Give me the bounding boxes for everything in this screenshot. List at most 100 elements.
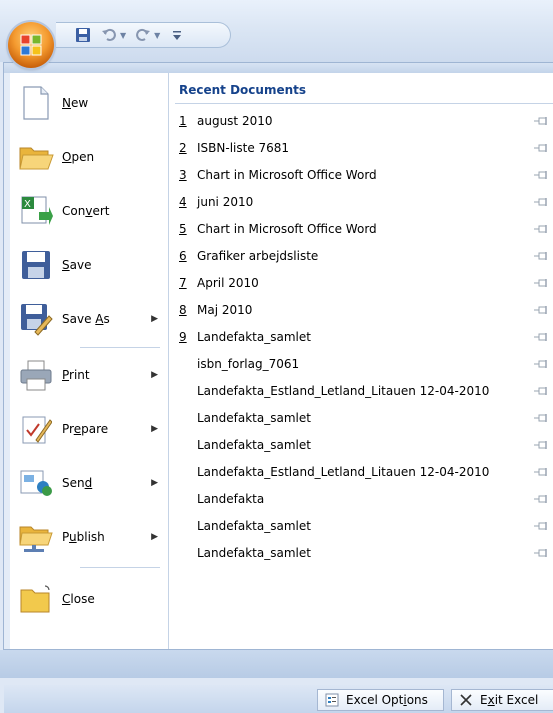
prepare-command[interactable]: Prepare ▶	[10, 403, 168, 455]
pin-icon[interactable]	[533, 169, 549, 181]
recent-document-item[interactable]: isbn_forlag_7061	[179, 353, 549, 375]
recent-document-item[interactable]: 1 august 2010	[179, 110, 549, 132]
pin-icon[interactable]	[533, 250, 549, 262]
pin-icon[interactable]	[533, 412, 549, 424]
convert-command[interactable]: X Convert	[10, 185, 168, 237]
recent-document-number: 3	[179, 168, 187, 182]
pin-icon[interactable]	[533, 115, 549, 127]
pin-icon[interactable]	[533, 277, 549, 289]
recent-document-item[interactable]: 8 Maj 2010	[179, 299, 549, 321]
options-icon	[324, 692, 340, 708]
recent-document-number: 8	[179, 303, 187, 317]
submenu-arrow-icon: ▶	[151, 424, 158, 434]
submenu-arrow-icon: ▶	[151, 314, 158, 324]
pin-icon[interactable]	[533, 223, 549, 235]
print-command[interactable]: Print ▶	[10, 349, 168, 401]
recent-document-name: Chart in Microsoft Office Word	[197, 222, 377, 236]
open-command[interactable]: Open	[10, 131, 168, 183]
send-icon	[16, 463, 56, 503]
recent-document-name: Grafiker arbejdsliste	[197, 249, 319, 263]
pin-icon[interactable]	[533, 358, 549, 370]
recent-document-number: 6	[179, 249, 187, 263]
convert-icon: X	[16, 191, 56, 231]
open-folder-icon	[16, 137, 56, 177]
status-strip	[0, 650, 553, 678]
office-button[interactable]	[8, 22, 54, 68]
recent-document-name: isbn_forlag_7061	[197, 357, 300, 371]
publish-command[interactable]: Publish ▶	[10, 511, 168, 563]
recent-document-item[interactable]: 4 juni 2010	[179, 191, 549, 213]
recent-document-number: 1	[179, 114, 187, 128]
close-folder-icon	[16, 579, 56, 619]
recent-document-item[interactable]: Landefakta_Estland_Letland_Litauen 12-04…	[179, 380, 549, 402]
recent-document-item[interactable]: 7 April 2010	[179, 272, 549, 294]
redo-icon[interactable]	[134, 26, 152, 44]
quick-access-toolbar: ▼ ▼	[56, 22, 231, 48]
recent-document-item[interactable]: 5 Chart in Microsoft Office Word	[179, 218, 549, 240]
recent-document-item[interactable]: Landefakta_samlet	[179, 434, 549, 456]
pin-icon[interactable]	[533, 304, 549, 316]
pin-icon[interactable]	[533, 331, 549, 343]
undo-dropdown-icon[interactable]: ▼	[120, 31, 126, 40]
recent-document-number: 4	[179, 195, 187, 209]
pin-icon[interactable]	[533, 385, 549, 397]
save-icon[interactable]	[74, 26, 92, 44]
pin-icon[interactable]	[533, 520, 549, 532]
send-command[interactable]: Send ▶	[10, 457, 168, 509]
prepare-icon	[16, 409, 56, 449]
svg-text:X: X	[24, 199, 31, 210]
recent-documents-panel: Recent Documents 1 august 2010 2 ISBN-liste…	[169, 73, 553, 649]
recent-document-item[interactable]: Landefakta_samlet	[179, 407, 549, 429]
close-command[interactable]: Close	[10, 573, 168, 625]
recent-document-number: 5	[179, 222, 187, 236]
pin-icon[interactable]	[533, 439, 549, 451]
office-menu: New Open X Convert Save Save As ▶ Print …	[3, 62, 553, 713]
recent-document-number: 7	[179, 276, 187, 290]
recent-document-name: ISBN-liste 7681	[197, 141, 290, 155]
recent-document-name: Landefakta_Estland_Letland_Litauen 12-04…	[197, 384, 490, 398]
save-disk-icon	[16, 245, 56, 285]
pin-icon[interactable]	[533, 196, 549, 208]
recent-document-item[interactable]: Landefakta_Estland_Letland_Litauen 12-04…	[179, 461, 549, 483]
pin-icon[interactable]	[533, 466, 549, 478]
save-as-command[interactable]: Save As ▶	[10, 293, 168, 345]
recent-document-item[interactable]: Landefakta	[179, 488, 549, 510]
recent-document-name: April 2010	[197, 276, 259, 290]
new-document-icon	[16, 83, 56, 123]
customize-dropdown-icon[interactable]	[168, 26, 186, 44]
separator	[80, 567, 160, 568]
exit-excel-button[interactable]: Exit Excel	[451, 689, 553, 711]
office-logo-icon	[20, 34, 42, 56]
pin-icon[interactable]	[533, 142, 549, 154]
recent-document-name: Landefakta_samlet	[197, 519, 311, 533]
recent-document-name: august 2010	[197, 114, 273, 128]
redo-dropdown-icon[interactable]: ▼	[154, 31, 160, 40]
new-command[interactable]: New	[10, 77, 168, 129]
recent-document-item[interactable]: 9 Landefakta_samlet	[179, 326, 549, 348]
pin-icon[interactable]	[533, 547, 549, 559]
save-command[interactable]: Save	[10, 239, 168, 291]
submenu-arrow-icon: ▶	[151, 478, 158, 488]
recent-document-name: juni 2010	[197, 195, 254, 209]
recent-document-item[interactable]: 2 ISBN-liste 7681	[179, 137, 549, 159]
recent-document-name: Chart in Microsoft Office Word	[197, 168, 377, 182]
command-list: New Open X Convert Save Save As ▶ Print …	[10, 73, 169, 649]
recent-document-name: Landefakta_samlet	[197, 546, 311, 560]
recent-document-number: 9	[179, 330, 187, 344]
exit-x-icon	[458, 692, 474, 708]
printer-icon	[16, 355, 56, 395]
submenu-arrow-icon: ▶	[151, 370, 158, 380]
recent-document-item[interactable]: Landefakta_samlet	[179, 542, 549, 564]
undo-icon[interactable]	[100, 26, 118, 44]
recent-document-item[interactable]: Landefakta_samlet	[179, 515, 549, 537]
save-as-icon	[16, 299, 56, 339]
pin-icon[interactable]	[533, 493, 549, 505]
menu-top-strip	[4, 63, 553, 73]
recent-document-item[interactable]: 3 Chart in Microsoft Office Word	[179, 164, 549, 186]
recent-document-number: 2	[179, 141, 187, 155]
separator	[175, 103, 553, 104]
excel-options-button[interactable]: Excel Options	[317, 689, 444, 711]
publish-icon	[16, 517, 56, 557]
recent-document-name: Maj 2010	[197, 303, 253, 317]
recent-document-item[interactable]: 6 Grafiker arbejdsliste	[179, 245, 549, 267]
